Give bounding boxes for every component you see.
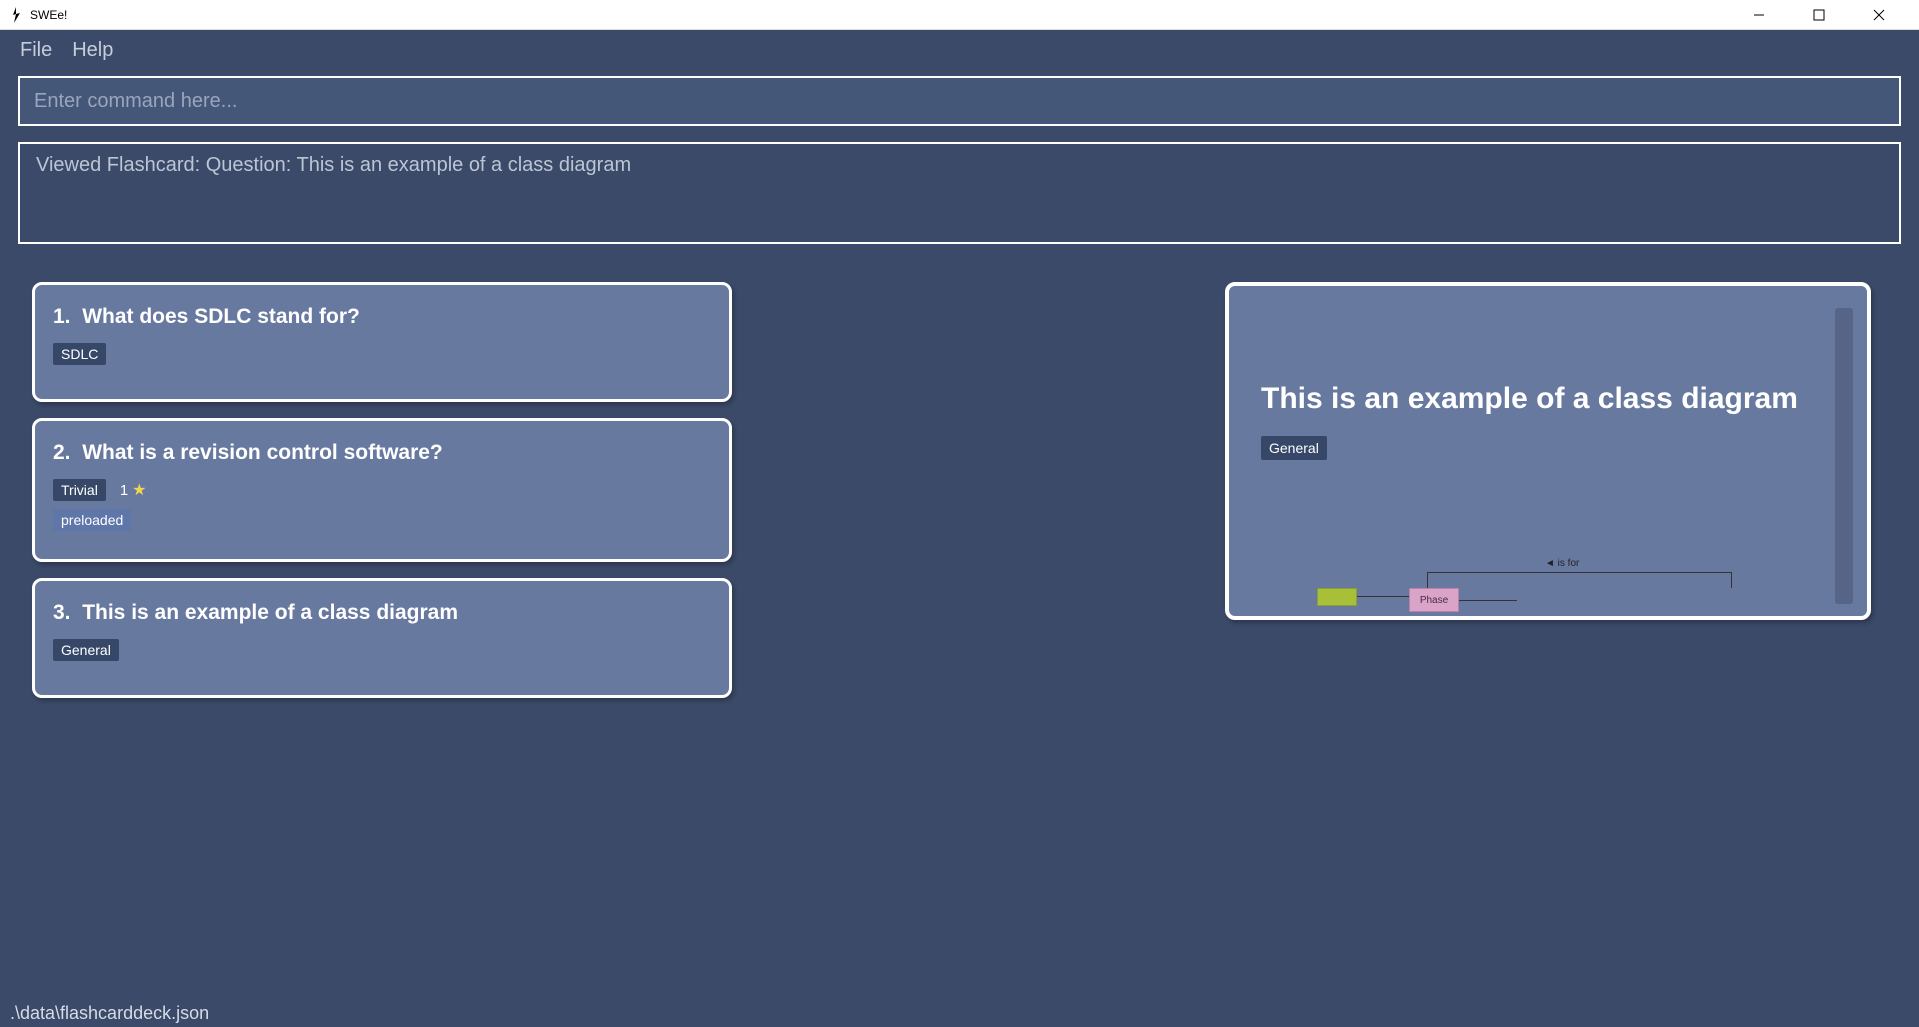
diagram-box — [1317, 588, 1357, 606]
tag-row: General — [53, 639, 711, 661]
flashcard-title: 1. What does SDLC stand for? — [53, 305, 711, 329]
rating: 1 ★ — [120, 480, 147, 500]
diagram-line — [1357, 596, 1409, 597]
tag-row: Trivial 1 ★ — [53, 479, 711, 501]
command-input-wrapper — [18, 76, 1901, 126]
scrollbar[interactable] — [1835, 308, 1853, 604]
star-icon: ★ — [132, 480, 146, 500]
tag: General — [1261, 436, 1327, 460]
command-input[interactable] — [18, 76, 1901, 126]
statusbar-path: .\data\flashcarddeck.json — [10, 1003, 209, 1024]
statusbar: .\data\flashcarddeck.json — [0, 999, 1919, 1027]
diagram-label: ◄ is for — [1545, 558, 1579, 569]
tag-row: SDLC — [53, 343, 711, 365]
main-area: 1. What does SDLC stand for? SDLC 2. Wha… — [18, 282, 1901, 698]
output-box: Viewed Flashcard: Question: This is an e… — [18, 142, 1901, 244]
output-text: Viewed Flashcard: Question: This is an e… — [36, 154, 631, 176]
tag: General — [53, 639, 119, 661]
diagram-line — [1459, 600, 1517, 601]
diagram-box-phase: Phase — [1409, 588, 1459, 612]
flashcard-title: 3. This is an example of a class diagram — [53, 601, 711, 625]
menu-help[interactable]: Help — [72, 39, 113, 62]
flashcard-item[interactable]: 1. What does SDLC stand for? SDLC — [32, 282, 732, 402]
close-button[interactable] — [1859, 1, 1899, 29]
flashcard-title: 2. What is a revision control software? — [53, 441, 711, 465]
menu-file[interactable]: File — [20, 39, 52, 62]
class-diagram: ◄ is for Phase — [1317, 556, 1767, 616]
window-controls — [1739, 1, 1911, 29]
tag: preloaded — [53, 509, 131, 531]
detail-panel: This is an example of a class diagram Ge… — [1225, 282, 1871, 620]
detail-title: This is an example of a class diagram — [1261, 382, 1835, 416]
titlebar: SWEe! — [0, 0, 1919, 30]
window-title: SWEe! — [30, 8, 1739, 22]
diagram-bracket — [1427, 572, 1732, 588]
minimize-button[interactable] — [1739, 1, 1779, 29]
cards-list: 1. What does SDLC stand for? SDLC 2. Wha… — [32, 282, 732, 698]
flashcard-item[interactable]: 2. What is a revision control software? … — [32, 418, 732, 562]
tag-row: preloaded — [53, 509, 711, 531]
flashcard-item[interactable]: 3. This is an example of a class diagram… — [32, 578, 732, 698]
tag: SDLC — [53, 343, 106, 365]
tag: Trivial — [53, 479, 106, 501]
maximize-button[interactable] — [1799, 1, 1839, 29]
app-icon — [8, 7, 24, 23]
menubar: File Help — [0, 30, 1919, 70]
